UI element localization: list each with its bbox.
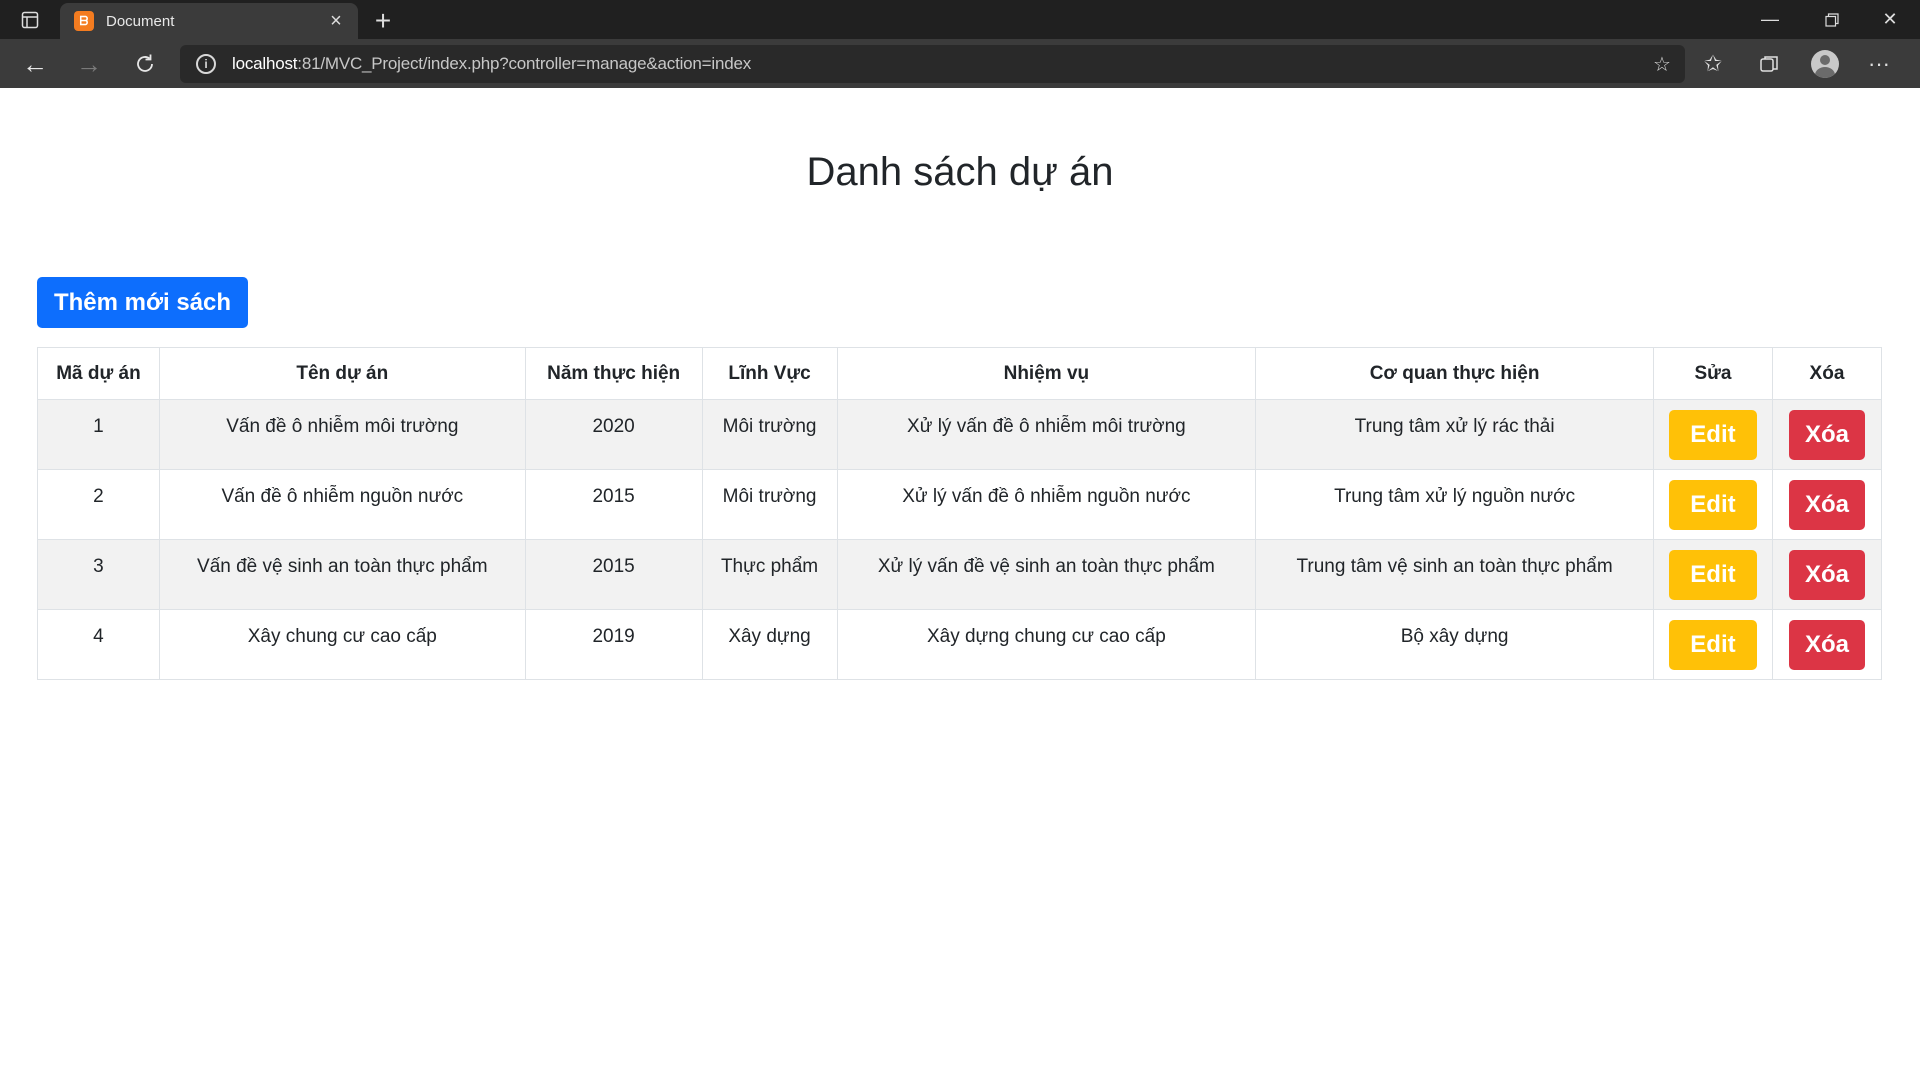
cell-year: 2015 [524,469,703,540]
table-row: 1 Vấn đề ô nhiễm môi trường 2020 Môi trư… [37,399,1883,470]
cell-task: Xử lý vấn đề ô nhiễm nguồn nước [836,469,1257,540]
cell-edit: Edit [1652,469,1773,540]
delete-button[interactable]: Xóa [1788,549,1865,600]
site-info-icon[interactable]: i [196,54,216,74]
cell-delete: Xóa [1771,399,1883,470]
tab-actions-icon[interactable] [18,10,42,30]
cell-delete: Xóa [1771,539,1883,610]
table-row: 2 Vấn đề ô nhiễm nguồn nước 2015 Môi trư… [37,469,1883,540]
cell-name: Xây chung cư cao cấp [158,609,526,680]
cell-year: 2020 [524,399,703,470]
cell-name: Vấn đề ô nhiễm môi trường [158,399,526,470]
more-options-icon[interactable]: ··· [1860,45,1898,83]
close-window-icon[interactable]: ✕ [1862,0,1918,39]
tab-title: Document [106,12,175,30]
edit-button[interactable]: Edit [1668,549,1757,600]
add-favorite-icon[interactable]: ☆ [1651,53,1673,76]
cell-id: 1 [37,399,160,470]
back-arrow-icon[interactable]: ← [16,45,54,83]
cell-id: 4 [37,609,160,680]
restore-icon[interactable] [1804,0,1860,39]
cell-task: Xây dựng chung cư cao cấp [836,609,1257,680]
cell-field: Thực phẩm [701,539,838,610]
cell-name: Vấn đề ô nhiễm nguồn nước [158,469,526,540]
header-edit: Sửa [1652,347,1773,400]
cell-task: Xử lý vấn đề ô nhiễm môi trường [836,399,1257,470]
refresh-icon[interactable] [126,45,164,83]
cell-edit: Edit [1652,539,1773,610]
delete-button[interactable]: Xóa [1788,409,1865,460]
collections-icon[interactable] [1750,45,1788,83]
header-year: Năm thực hiện [524,347,703,400]
header-agency: Cơ quan thực hiện [1255,347,1654,400]
table-row: 3 Vấn đề vệ sinh an toàn thực phẩm 2015 … [37,539,1883,610]
cell-agency: Trung tâm vệ sinh an toàn thực phẩm [1255,539,1654,610]
cell-edit: Edit [1652,399,1773,470]
browser-titlebar: ᗷ Document × + — ✕ [0,0,1920,39]
header-task: Nhiệm vụ [836,347,1257,400]
projects-table: Mã dự án Tên dự án Năm thực hiện Lĩnh Vự… [37,347,1883,680]
favorites-icon[interactable]: ✩ [1694,45,1732,83]
browser-tab[interactable]: ᗷ Document × [60,3,358,39]
xampp-icon: ᗷ [74,11,94,31]
header-name: Tên dự án [158,347,526,400]
address-bar[interactable]: i localhost:81/MVC_Project/index.php?con… [180,45,1685,83]
cell-field: Môi trường [701,399,838,470]
header-delete: Xóa [1771,347,1883,400]
cell-field: Môi trường [701,469,838,540]
cell-name: Vấn đề vệ sinh an toàn thực phẩm [158,539,526,610]
header-id: Mã dự án [37,347,160,400]
header-field: Lĩnh Vực [701,347,838,400]
cell-field: Xây dựng [701,609,838,680]
edit-button[interactable]: Edit [1668,409,1757,460]
edit-button[interactable]: Edit [1668,619,1757,670]
table-header-row: Mã dự án Tên dự án Năm thực hiện Lĩnh Vự… [37,347,1883,400]
cell-delete: Xóa [1771,609,1883,680]
forward-arrow-icon[interactable]: → [70,45,108,83]
cell-year: 2019 [524,609,703,680]
delete-button[interactable]: Xóa [1788,479,1865,530]
profile-avatar[interactable] [1811,50,1839,78]
url-text[interactable]: localhost:81/MVC_Project/index.php?contr… [232,54,751,74]
cell-id: 3 [37,539,160,610]
add-new-button[interactable]: Thêm mới sách [37,277,248,328]
page-content: Danh sách dự án Thêm mới sách Mã dự án T… [0,88,1920,1080]
cell-task: Xử lý vấn đề vệ sinh an toàn thực phẩm [836,539,1257,610]
browser-toolbar: ← → i localhost:81/MVC_Project/index.php… [0,39,1920,88]
cell-id: 2 [37,469,160,540]
cell-year: 2015 [524,539,703,610]
cell-agency: Bộ xây dựng [1255,609,1654,680]
minimize-icon[interactable]: — [1742,0,1798,39]
cell-edit: Edit [1652,609,1773,680]
table-row: 4 Xây chung cư cao cấp 2019 Xây dựng Xây… [37,609,1883,680]
close-tab-icon[interactable]: × [322,7,350,35]
cell-delete: Xóa [1771,469,1883,540]
cell-agency: Trung tâm xử lý rác thải [1255,399,1654,470]
cell-agency: Trung tâm xử lý nguồn nước [1255,469,1654,540]
delete-button[interactable]: Xóa [1788,619,1865,670]
new-tab-icon[interactable]: + [368,5,398,36]
page-title: Danh sách dự án [806,150,1114,194]
edit-button[interactable]: Edit [1668,479,1757,530]
